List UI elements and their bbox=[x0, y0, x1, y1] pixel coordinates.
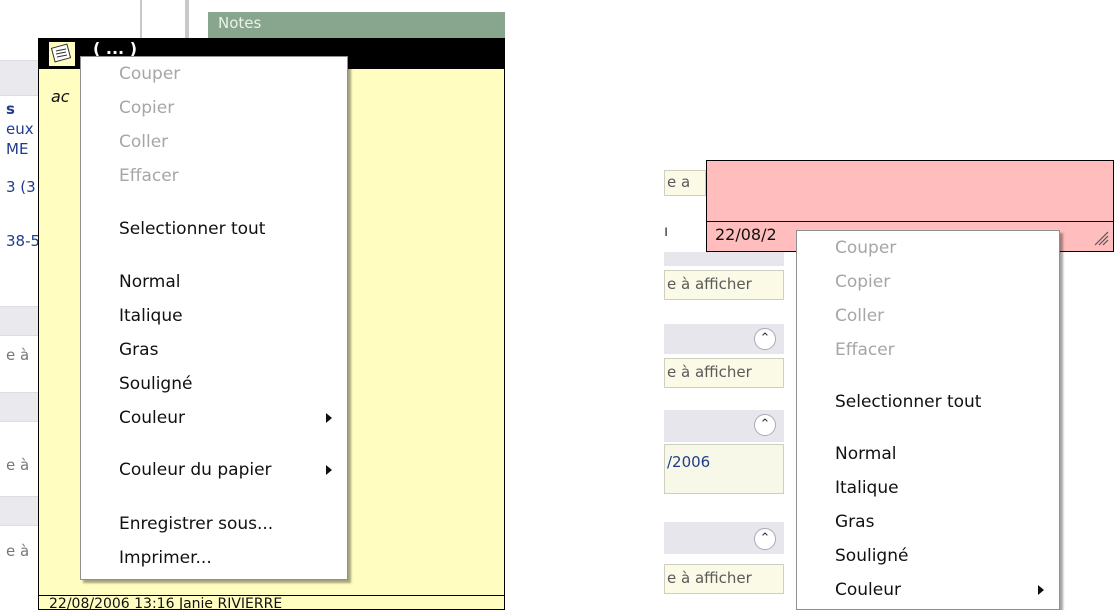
menu-item-label: Couleur bbox=[119, 408, 185, 428]
list-cell: e à afficher bbox=[664, 564, 784, 594]
menu-item-copier[interactable]: Copier bbox=[82, 91, 346, 125]
sidebar-strip bbox=[0, 306, 40, 336]
menu-item-effacer[interactable]: Effacer bbox=[82, 159, 346, 193]
menu-separator bbox=[89, 254, 339, 255]
sidebar-text: e à bbox=[6, 346, 30, 364]
sidebar-text: e à bbox=[6, 542, 30, 560]
menu-item-selectionner-tout[interactable]: Selectionner tout bbox=[82, 212, 346, 246]
collapse-chevron-icon[interactable]: ⌃ bbox=[754, 414, 776, 436]
menu-item-souligne[interactable]: Souligné bbox=[82, 367, 346, 401]
menu-separator bbox=[805, 426, 1051, 427]
sidebar-text[interactable]: ME bbox=[6, 140, 38, 158]
sidebar-text: e à bbox=[6, 456, 30, 474]
menu-item-couleur[interactable]: Couleur bbox=[798, 573, 1058, 607]
sidebar-text: s bbox=[6, 100, 15, 118]
list-cell[interactable]: /2006 bbox=[664, 444, 784, 494]
menu-item-imprimer[interactable]: Imprimer... bbox=[82, 541, 346, 575]
menu-item-enregistrer-sous[interactable]: Enregistrer sous... bbox=[82, 507, 346, 541]
menu-item-effacer[interactable]: Effacer bbox=[798, 333, 1058, 367]
submenu-arrow-icon bbox=[1038, 585, 1044, 595]
submenu-arrow-icon bbox=[326, 413, 332, 423]
menu-item-italique[interactable]: Italique bbox=[798, 471, 1058, 505]
menu-item-gras[interactable]: Gras bbox=[82, 333, 346, 367]
note-icon[interactable] bbox=[49, 42, 75, 66]
menu-separator bbox=[89, 494, 339, 495]
menu-separator bbox=[89, 442, 339, 443]
menu-item-italique[interactable]: Italique bbox=[82, 299, 346, 333]
menu-item-label: Couleur du papier bbox=[119, 460, 272, 480]
collapse-chevron-icon[interactable]: ⌃ bbox=[754, 528, 776, 550]
sidebar-text[interactable]: 3 (3 bbox=[6, 178, 38, 196]
list-cell: e à afficher bbox=[664, 270, 784, 300]
list-cell: e a bbox=[664, 170, 706, 196]
menu-item-souligne[interactable]: Souligné bbox=[798, 539, 1058, 573]
context-menu: Couper Copier Coller Effacer Selectionne… bbox=[80, 56, 348, 580]
menu-item-normal[interactable]: Normal bbox=[798, 437, 1058, 471]
menu-item-coller[interactable]: Coller bbox=[82, 125, 346, 159]
menu-item-normal[interactable]: Normal bbox=[82, 265, 346, 299]
menu-item-couper[interactable]: Couper bbox=[798, 231, 1058, 265]
sidebar-strip bbox=[0, 496, 40, 526]
sidebar-strip bbox=[0, 392, 40, 422]
list-cell: ı bbox=[664, 222, 669, 240]
divider bbox=[185, 0, 189, 40]
note-body-text[interactable]: ac bbox=[51, 87, 70, 106]
resize-grip-icon[interactable] bbox=[1091, 228, 1109, 246]
note-footer-text: 22/08/2 bbox=[715, 225, 777, 244]
menu-item-couleur-du-papier[interactable]: Couleur du papier bbox=[82, 453, 346, 487]
divider bbox=[140, 0, 142, 40]
sidebar-text[interactable]: 38-5 bbox=[6, 232, 38, 250]
menu-item-label: Couleur bbox=[835, 580, 901, 600]
sidebar-strip bbox=[0, 60, 40, 96]
submenu-arrow-icon bbox=[326, 465, 332, 475]
menu-item-gras[interactable]: Gras bbox=[798, 505, 1058, 539]
sidebar-text: eux bbox=[6, 120, 34, 138]
list-cell: e à afficher bbox=[664, 358, 784, 388]
menu-item-coller[interactable]: Coller bbox=[798, 299, 1058, 333]
notes-panel-header: Notes bbox=[208, 12, 505, 40]
menu-separator bbox=[89, 201, 339, 202]
menu-item-couleur[interactable]: Couleur bbox=[82, 401, 346, 435]
right-screenshot: e a 22/08/2 ı e à afficher ⌃ e à affiche… bbox=[664, 160, 1114, 610]
menu-item-copier[interactable]: Copier bbox=[798, 265, 1058, 299]
menu-separator bbox=[805, 374, 1051, 375]
note-footer: 22/08/2006 13:16 Janie RIVIERRE bbox=[39, 595, 505, 610]
left-screenshot: s eux ME 3 (3 38-5 e à e à e à Notes ( .… bbox=[0, 0, 505, 610]
menu-item-selectionner-tout[interactable]: Selectionner tout bbox=[798, 385, 1058, 419]
collapse-chevron-icon[interactable]: ⌃ bbox=[754, 328, 776, 350]
group-header bbox=[664, 252, 784, 266]
menu-item-couper[interactable]: Couper bbox=[82, 57, 346, 91]
context-menu: Couper Copier Coller Effacer Selectionne… bbox=[796, 230, 1060, 610]
